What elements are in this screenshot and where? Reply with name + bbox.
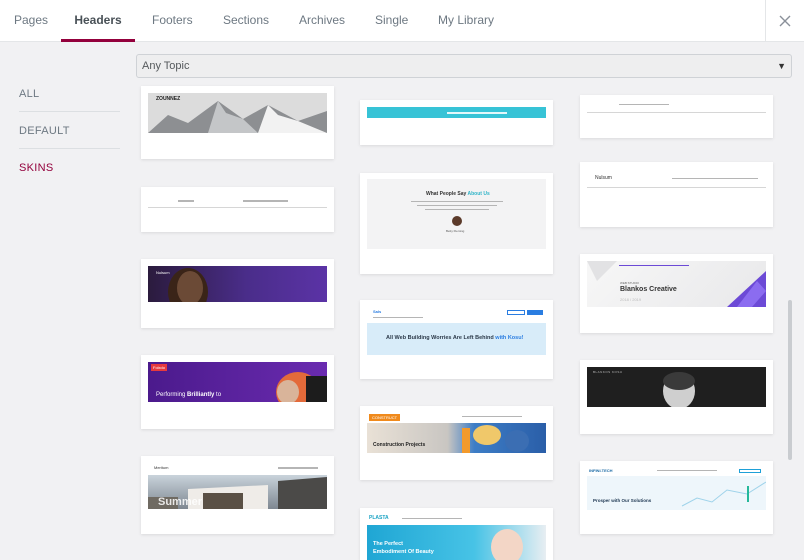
nav-button-outline — [739, 469, 761, 473]
testimonial-person: Betty Fleming — [446, 229, 465, 233]
template-thumbnail: INFINI.TECH Prosper with Our Solutions — [587, 468, 766, 510]
triangle-down-icon: ▼ — [777, 61, 786, 71]
nav-placeholder — [243, 200, 288, 202]
tab-archives[interactable]: Archives — [299, 0, 345, 42]
divider — [587, 187, 766, 188]
nav-placeholder — [402, 518, 462, 519]
template-card[interactable]: ZOUNNEZ — [141, 86, 334, 159]
text-placeholder — [411, 201, 503, 202]
tab-headers[interactable]: Headers — [61, 0, 135, 42]
template-card[interactable]: PLASTA The Perfect Embodiment Of Beauty — [360, 508, 553, 560]
portrait-image — [168, 268, 208, 302]
template-brand: Nulsum — [156, 270, 170, 275]
template-card[interactable] — [580, 95, 773, 138]
template-thumbnail: PLASTA The Perfect Embodiment Of Beauty — [367, 515, 546, 560]
template-card[interactable]: CONSTRUCT Construction Projects — [360, 406, 553, 480]
template-thumbnail: BLANKOS KOSU — [587, 367, 766, 407]
nav-placeholder — [619, 104, 669, 105]
close-button[interactable] — [765, 0, 804, 42]
nav-placeholder — [619, 265, 689, 266]
template-card[interactable]: INFINI.TECH Prosper with Our Solutions — [580, 461, 773, 534]
construction-image — [367, 423, 546, 453]
template-headline: What People Say About Us — [426, 191, 490, 197]
sidebar-item-default[interactable]: DEFAULT — [19, 125, 120, 137]
template-card[interactable] — [360, 100, 553, 145]
nav-placeholder — [373, 317, 423, 318]
template-thumbnail — [148, 194, 327, 208]
nav-placeholder — [657, 470, 717, 471]
tab-pages[interactable]: Pages — [14, 0, 48, 42]
template-brand: INFINI.TECH — [589, 468, 613, 473]
sidebar-item-all[interactable]: ALL — [19, 88, 120, 100]
template-brand: Folxdo — [151, 364, 168, 371]
template-brand: PLASTA — [369, 515, 389, 521]
template-card[interactable]: Folxdo Performing Brilliantly to — [141, 355, 334, 429]
template-headline: Summer — [158, 496, 203, 508]
template-thumbnail — [587, 100, 766, 114]
nav-placeholder — [278, 467, 318, 469]
template-brand: BLANKOS KOSU — [593, 370, 623, 374]
close-icon — [779, 15, 791, 27]
template-thumbnail: Meritum Summer — [148, 463, 327, 509]
template-type-tabs: Pages Headers Footers Sections Archives … — [0, 0, 804, 42]
template-thumbnail: WEB STUDIO Blankos Creative 2018 / 2019 — [587, 261, 766, 307]
nav-placeholder — [178, 200, 194, 202]
template-card[interactable] — [141, 187, 334, 232]
template-card[interactable]: Nulsum — [580, 162, 773, 227]
template-card[interactable]: What People Say About Us Betty Fleming — [360, 173, 553, 274]
template-card[interactable]: Nulsum — [141, 259, 334, 328]
template-headline: The Perfect — [373, 541, 403, 547]
template-brand: ZOUNNEZ — [156, 96, 181, 102]
topic-filter-select[interactable]: Any Topic ▼ — [136, 54, 792, 78]
template-thumbnail: Sals All Web Building Worries Are Left B… — [367, 307, 546, 355]
template-headline: Blankos Creative — [620, 286, 677, 293]
divider — [587, 112, 766, 113]
sidebar-divider — [19, 148, 120, 149]
template-thumbnail: Nulsum — [148, 266, 327, 302]
tab-sections[interactable]: Sections — [223, 0, 269, 42]
nav-placeholder — [447, 112, 507, 114]
text-placeholder — [425, 209, 489, 210]
template-brand: CONSTRUCT — [369, 414, 401, 421]
template-headline: Construction Projects — [373, 442, 426, 448]
template-card[interactable]: BLANKOS KOSU — [580, 360, 773, 434]
template-thumbnail: CONSTRUCT Construction Projects — [367, 413, 546, 453]
topic-filter-value: Any Topic — [142, 60, 190, 72]
scrollbar-thumb[interactable] — [788, 300, 792, 460]
template-thumbnail: Folxdo Performing Brilliantly to — [148, 362, 327, 402]
sidebar-item-skins[interactable]: SKINS — [19, 162, 120, 174]
template-thumbnail: What People Say About Us Betty Fleming — [367, 179, 546, 249]
sidebar-divider — [19, 111, 120, 112]
divider — [148, 207, 327, 208]
template-headline: Prosper with Our Solutions — [593, 498, 652, 503]
avatar — [452, 216, 462, 226]
template-headline: Performing Brilliantly to — [156, 392, 222, 398]
template-card[interactable]: Meritum Summer — [141, 456, 334, 534]
template-kicker: WEB STUDIO — [620, 281, 640, 285]
template-card[interactable]: WEB STUDIO Blankos Creative 2018 / 2019 — [580, 254, 773, 333]
template-thumbnail: Nulsum — [587, 172, 766, 197]
abstract-graphic — [587, 261, 766, 307]
template-card[interactable]: Sals All Web Building Worries Are Left B… — [360, 300, 553, 379]
nav-button-outline — [507, 310, 525, 315]
template-headline: All Web Building Worries Are Left Behind… — [386, 335, 524, 341]
template-brand: Sals — [373, 309, 382, 314]
template-thumbnail: ZOUNNEZ — [148, 93, 327, 133]
nav-button — [527, 310, 543, 315]
hero-band — [587, 476, 766, 510]
template-thumbnail — [367, 107, 546, 118]
nav-placeholder — [462, 416, 522, 417]
text-placeholder — [417, 205, 497, 206]
tab-my-library[interactable]: My Library — [438, 0, 494, 42]
nav-placeholder — [672, 178, 758, 179]
template-brand: Meritum — [154, 465, 169, 470]
template-brand: Nulsum — [595, 175, 612, 181]
template-headline-2: Embodiment Of Beauty — [373, 549, 434, 555]
template-subline: 2018 / 2019 — [620, 297, 642, 302]
tab-single[interactable]: Single — [375, 0, 408, 42]
tab-footers[interactable]: Footers — [152, 0, 193, 42]
